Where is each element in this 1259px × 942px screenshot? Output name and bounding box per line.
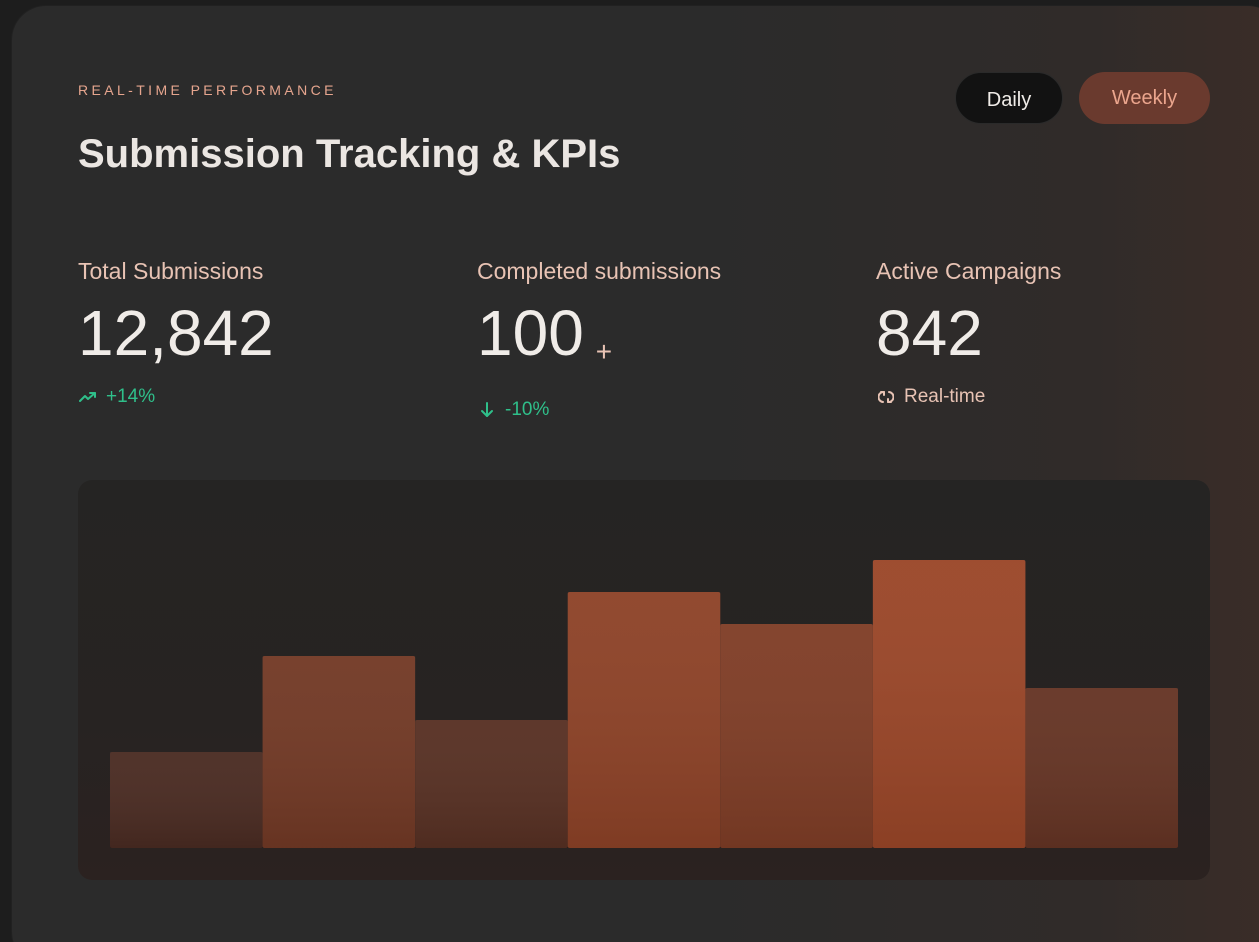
kpi-completed-submissions: Completed submissions 100 + -10% [477, 254, 837, 421]
kpi-number: 12,842 [78, 297, 274, 369]
submissions-chart-panel [78, 480, 1210, 880]
chart-bar-shade [872, 560, 1026, 848]
weekly-toggle-button[interactable]: Weekly [1079, 72, 1210, 124]
arrow-down-icon [477, 400, 497, 420]
chart-bar-shade [1025, 688, 1178, 848]
kpi-label: Active Campaigns [876, 258, 1062, 284]
trending-up-icon [78, 387, 98, 407]
submissions-bar-chart [110, 560, 1178, 848]
kpi-trend-text: Real-time [904, 386, 986, 407]
refresh-icon [876, 387, 896, 407]
section-eyebrow: REAL-TIME PERFORMANCE [78, 82, 337, 98]
chart-bar-shade [262, 656, 416, 848]
chart-bar-shade [720, 624, 873, 848]
kpi-number: 100 [477, 297, 584, 369]
kpi-total-submissions: Total Submissions 12,842 +14% [78, 254, 438, 408]
kpi-trend-text: -10% [505, 399, 550, 420]
kpi-number: 842 [876, 297, 983, 369]
kpi-label: Total Submissions [78, 258, 264, 284]
page-title: Submission Tracking & KPIs [78, 132, 621, 176]
kpi-trend: -10% [477, 399, 837, 421]
kpi-value: 842 [876, 298, 1236, 368]
kpi-trend-text: +14% [106, 386, 156, 407]
kpi-trend: +14% [78, 386, 438, 408]
kpi-value: 100 + [477, 298, 837, 381]
chart-bar-shade [567, 592, 721, 848]
daily-toggle-button[interactable]: Daily [955, 72, 1063, 124]
kpi-trend: Real-time [876, 386, 1236, 408]
chart-bar-shade [110, 752, 263, 848]
kpi-label: Completed submissions [477, 258, 722, 284]
kpi-active-campaigns: Active Campaigns 842 Real-time [876, 254, 1236, 408]
kpi-value: 12,842 [78, 298, 438, 368]
kpi-suffix: + [595, 336, 613, 367]
chart-bar-shade [415, 720, 568, 848]
